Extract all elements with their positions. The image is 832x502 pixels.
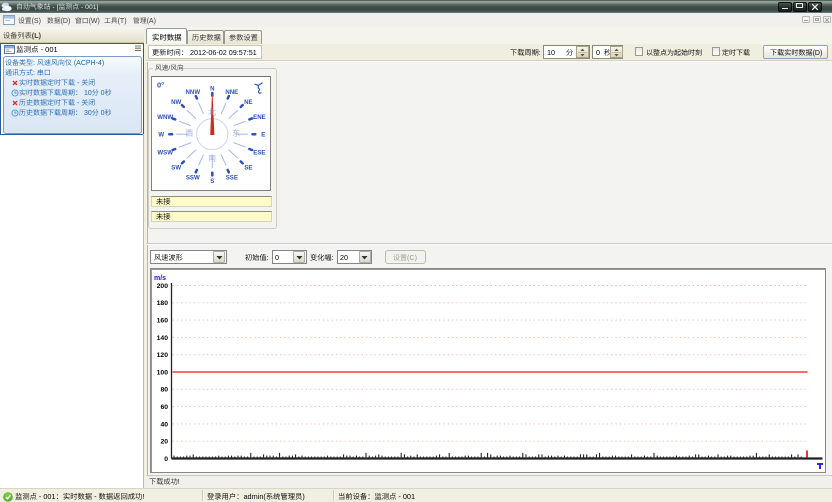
svg-text:ENE: ENE bbox=[253, 113, 266, 120]
svg-text:(A): (A) bbox=[146, 18, 155, 25]
svg-text:140: 140 bbox=[157, 334, 169, 341]
svg-text:ESE: ESE bbox=[253, 149, 265, 156]
svg-text:2012-06-02 09:57:51: 2012-06-02 09:57:51 bbox=[188, 48, 257, 57]
svg-text:(T): (T) bbox=[118, 18, 127, 25]
svg-text:20: 20 bbox=[160, 438, 168, 445]
svg-text:80: 80 bbox=[160, 386, 168, 393]
svg-text:admin(: admin( bbox=[243, 492, 266, 501]
svg-text:100: 100 bbox=[157, 369, 169, 376]
svg-text:200: 200 bbox=[157, 282, 169, 289]
svg-text:-: - bbox=[92, 492, 99, 501]
svg-text:10: 10 bbox=[547, 48, 555, 57]
svg-text::: : bbox=[331, 253, 335, 262]
svg-text:!: ! bbox=[142, 492, 144, 501]
svg-text:WNW: WNW bbox=[157, 113, 173, 120]
svg-text:(ACPH-4): (ACPH-4) bbox=[72, 60, 104, 67]
svg-text:): ) bbox=[302, 492, 304, 501]
svg-text:E: E bbox=[261, 131, 265, 138]
svg-text:(C): (C) bbox=[407, 253, 417, 262]
svg-text:(D): (D) bbox=[812, 50, 822, 57]
svg-text:0: 0 bbox=[99, 90, 105, 97]
svg-text:SE: SE bbox=[244, 164, 252, 171]
svg-text:NE: NE bbox=[244, 98, 252, 105]
svg-text:0: 0 bbox=[596, 48, 600, 57]
svg-text:(S): (S) bbox=[32, 18, 41, 25]
svg-text:!: ! bbox=[178, 477, 180, 486]
svg-text:- 001: - 001 bbox=[396, 492, 415, 501]
svg-text:0: 0 bbox=[275, 253, 279, 262]
svg-text:NNW: NNW bbox=[186, 88, 201, 95]
svg-text:0: 0 bbox=[99, 110, 105, 117]
svg-text:40: 40 bbox=[160, 421, 168, 428]
svg-text:- 001: - 001 bbox=[37, 492, 56, 501]
svg-text:120: 120 bbox=[157, 352, 169, 359]
svg-text:SSE: SSE bbox=[226, 174, 238, 181]
svg-text::: : bbox=[266, 253, 270, 262]
svg-text:NW: NW bbox=[171, 98, 181, 105]
svg-text:- 001]: - 001] bbox=[79, 4, 98, 11]
svg-text:(L): (L) bbox=[32, 31, 42, 40]
svg-text:W: W bbox=[158, 131, 164, 138]
svg-text:0: 0 bbox=[164, 455, 168, 462]
svg-text:180: 180 bbox=[157, 300, 169, 307]
svg-text:m/s: m/s bbox=[154, 275, 166, 282]
svg-text:- 001: - 001 bbox=[39, 45, 58, 54]
svg-text:60: 60 bbox=[160, 404, 168, 411]
svg-text:160: 160 bbox=[157, 317, 169, 324]
svg-text:SSW: SSW bbox=[186, 174, 200, 181]
svg-text:(W): (W) bbox=[89, 18, 100, 25]
svg-text:WSW: WSW bbox=[157, 149, 173, 156]
svg-text:30: 30 bbox=[82, 110, 92, 117]
svg-text:SW: SW bbox=[171, 164, 181, 171]
svg-text:0°: 0° bbox=[157, 80, 164, 89]
svg-text:(D): (D) bbox=[60, 18, 70, 25]
svg-text:N: N bbox=[210, 85, 214, 92]
svg-text:20: 20 bbox=[340, 253, 348, 262]
svg-text:S: S bbox=[210, 177, 214, 184]
svg-text:/: / bbox=[168, 65, 170, 72]
svg-text:NNE: NNE bbox=[225, 88, 238, 95]
svg-text:- [: - [ bbox=[51, 4, 59, 11]
